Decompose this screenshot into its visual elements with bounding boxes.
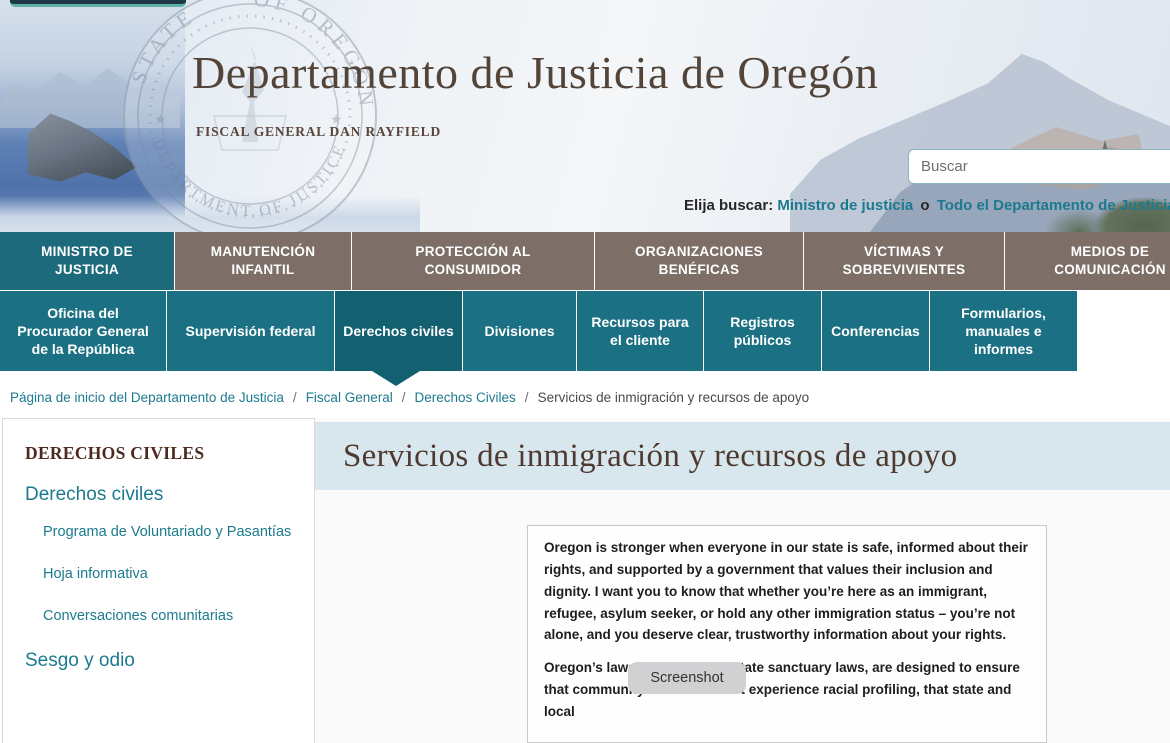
secondary-nav-tab[interactable]: Recursos para el cliente	[577, 291, 703, 371]
search-scope-attorney-general[interactable]: Ministro de justicia	[777, 197, 913, 214]
secondary-nav-tab[interactable]: Oficina del Procurador General de la Rep…	[0, 291, 166, 371]
secondary-nav-tab-label: Formularios, manuales e informes	[930, 304, 1077, 359]
primary-nav-tab-label: MANUTENCIÓN INFANTIL	[175, 243, 351, 278]
secondary-nav-tab-label: Derechos civiles	[335, 322, 462, 340]
sidebar-heading: DERECHOS CIVILES	[25, 443, 304, 464]
primary-nav-tab[interactable]: VÍCTIMAS Y SOBREVIVIENTES	[804, 232, 1004, 290]
breadcrumb-item[interactable]: Página de inicio del Departamento de Jus…	[10, 390, 284, 405]
primary-nav-tab[interactable]: ORGANIZACIONES BENÉFICAS	[595, 232, 803, 290]
search-scope-label: Elija buscar:	[684, 197, 773, 214]
search-scope-or: o	[917, 197, 932, 214]
sidebar-derechos-civiles: DERECHOS CIVILES Derechos civiles Program…	[2, 418, 315, 743]
active-tab-pointer-icon	[372, 371, 420, 386]
state-seal-watermark: STATE OF OREGON DEPARTMENT OF JUSTICE ★ …	[118, 0, 382, 232]
breadcrumb-item: /	[293, 390, 297, 405]
breadcrumb-item: Servicios de inmigración y recursos de a…	[538, 390, 810, 405]
main-content: Servicios de inmigración y recursos de a…	[315, 418, 1170, 743]
breadcrumb-item: /	[402, 390, 406, 405]
letter-paragraph: Oregon’s laws, including our state sanct…	[544, 657, 1028, 723]
content-region: DERECHOS CIVILES Derechos civiles Program…	[0, 418, 1170, 743]
page-title: Servicios de inmigración y recursos de a…	[343, 438, 957, 475]
secondary-nav-tab[interactable]: Supervisión federal	[167, 291, 334, 371]
search-input[interactable]	[908, 149, 1170, 184]
primary-navigation: MINISTRO DE JUSTICIAMANUTENCIÓN INFANTIL…	[0, 232, 1170, 290]
breadcrumb-item: /	[525, 390, 529, 405]
primary-nav-tab-label: MINISTRO DE JUSTICIA	[0, 243, 174, 278]
svg-text:★: ★	[154, 111, 167, 127]
skip-link-remnant	[10, 0, 186, 7]
secondary-navigation: Oficina del Procurador General de la Rep…	[0, 291, 1170, 371]
sidebar-item[interactable]: Derechos civiles	[25, 484, 304, 506]
primary-nav-tab[interactable]: MANUTENCIÓN INFANTIL	[175, 232, 351, 290]
primary-nav-tab[interactable]: PROTECCIÓN AL CONSUMIDOR	[352, 232, 594, 290]
search-scope-all-doj[interactable]: Todo el Departamento de Justicia	[937, 197, 1170, 214]
primary-nav-tab-label: PROTECCIÓN AL CONSUMIDOR	[352, 243, 594, 278]
site-header: STATE OF OREGON DEPARTMENT OF JUSTICE ★ …	[0, 0, 1170, 232]
secondary-nav-tab[interactable]: Conferencias	[822, 291, 929, 371]
page-title-band: Servicios de inmigración y recursos de a…	[315, 422, 1170, 490]
letter-paragraph: Oregon is stronger when everyone in our …	[544, 537, 1028, 646]
breadcrumb-item[interactable]: Derechos Civiles	[415, 390, 516, 405]
secondary-nav-tab[interactable]: Formularios, manuales e informes	[930, 291, 1077, 371]
breadcrumb: Página de inicio del Departamento de Jus…	[0, 371, 1170, 418]
sidebar-menu: Derechos civiles Programa de Voluntariado…	[25, 484, 304, 672]
sidebar-item[interactable]: Hoja informativa	[43, 566, 304, 582]
site-title[interactable]: Departamento de Justicia de Oregón	[192, 46, 878, 99]
primary-nav-tab-label: ORGANIZACIONES BENÉFICAS	[595, 243, 803, 278]
secondary-nav-tab-label: Recursos para el cliente	[577, 313, 703, 349]
screenshot-tooltip: Screenshot	[628, 662, 746, 694]
letter-image: Oregon is stronger when everyone in our …	[527, 525, 1047, 743]
site-subtitle: FISCAL GENERAL DAN RAYFIELD	[196, 124, 441, 140]
secondary-nav-tab-label: Conferencias	[823, 322, 928, 340]
secondary-nav-tab[interactable]: Divisiones	[463, 291, 576, 371]
secondary-nav-tab-label: Oficina del Procurador General de la Rep…	[0, 304, 166, 359]
primary-nav-tab-label: VÍCTIMAS Y SOBREVIVIENTES	[804, 243, 1004, 278]
primary-nav-tab[interactable]: MINISTRO DE JUSTICIA	[0, 232, 174, 290]
sidebar-item[interactable]: Conversaciones comunitarias	[43, 608, 304, 624]
primary-nav-tab[interactable]: MEDIOS DE COMUNICACIÓN	[1005, 232, 1170, 290]
breadcrumb-item[interactable]: Fiscal General	[306, 390, 393, 405]
secondary-nav-tab-label: Supervisión federal	[178, 322, 324, 340]
secondary-nav-tab[interactable]: Registros públicos	[704, 291, 821, 371]
secondary-nav-tab[interactable]: Derechos civiles	[335, 291, 462, 371]
secondary-nav-tab-label: Registros públicos	[704, 313, 821, 349]
sidebar-item[interactable]: Programa de Voluntariado y Pasantías	[43, 524, 304, 540]
secondary-nav-tab-label: Divisiones	[476, 322, 562, 340]
sidebar-item[interactable]: Sesgo y odio	[25, 650, 304, 672]
search-scope-chooser: Elija buscar: Ministro de justicia o Tod…	[684, 197, 1170, 214]
primary-nav-tab-label: MEDIOS DE COMUNICACIÓN	[1005, 243, 1170, 278]
